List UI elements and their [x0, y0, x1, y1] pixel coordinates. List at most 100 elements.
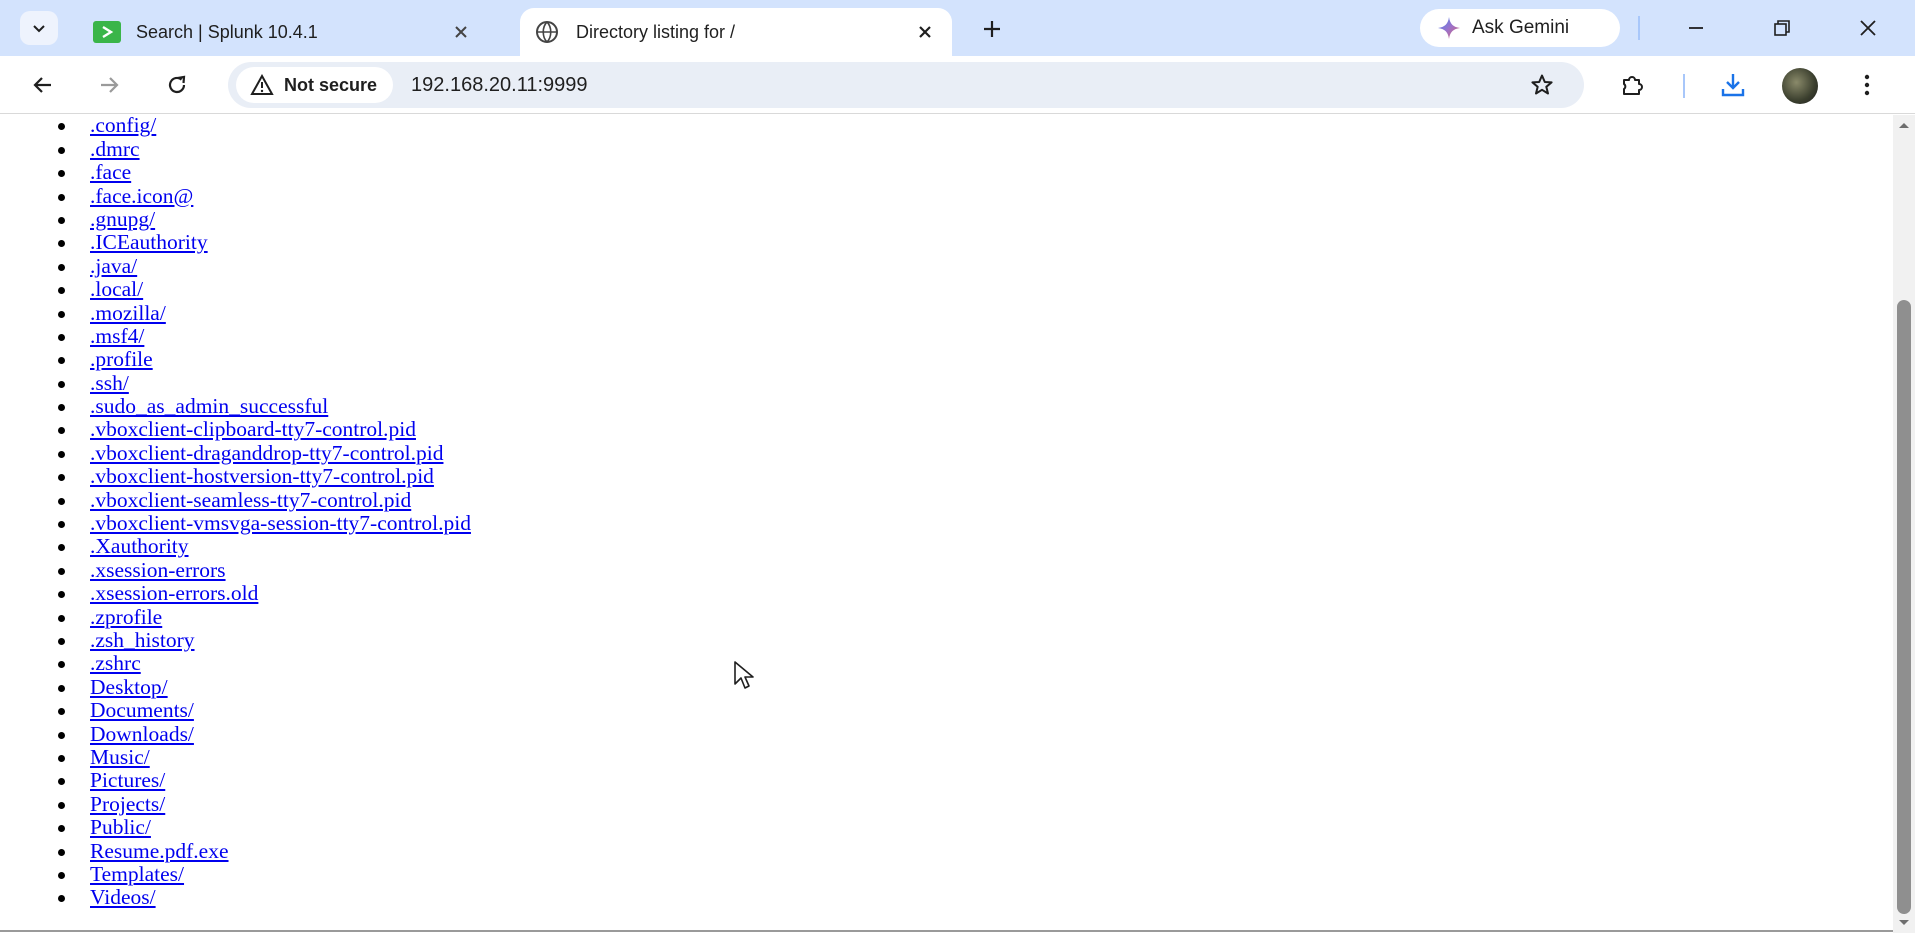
- page-content: .cache/.config/.dmrc.face.face.icon@.gnu…: [0, 115, 1893, 933]
- scrollbar[interactable]: [1893, 115, 1915, 933]
- extensions-button[interactable]: [1614, 66, 1652, 104]
- back-button[interactable]: [24, 66, 62, 104]
- scroll-down-arrow-icon[interactable]: [1897, 917, 1911, 929]
- file-link[interactable]: Documents/: [90, 698, 194, 722]
- chevron-down-icon: [33, 25, 45, 33]
- menu-button[interactable]: [1848, 66, 1886, 104]
- browser-toolbar: Not secure 192.168.20.11:9999: [0, 56, 1915, 114]
- list-item: .vboxclient-clipboard-tty7-control.pid: [0, 418, 1000, 441]
- scroll-up-arrow-icon[interactable]: [1897, 119, 1911, 131]
- minimize-icon: [1689, 27, 1703, 29]
- new-tab-button[interactable]: [975, 12, 1009, 46]
- globe-icon: [532, 18, 562, 46]
- list-item: .profile: [0, 348, 1000, 371]
- ask-gemini-label: Ask Gemini: [1472, 17, 1570, 38]
- bookmark-button[interactable]: [1526, 69, 1558, 101]
- profile-avatar[interactable]: [1782, 68, 1818, 104]
- tab-splunk-search[interactable]: Search | Splunk 10.4.1: [80, 8, 488, 56]
- minimize-button[interactable]: [1668, 8, 1724, 48]
- list-item: .local/: [0, 277, 1000, 301]
- file-link[interactable]: .local/: [90, 277, 143, 301]
- file-link[interactable]: .gnupg/: [90, 207, 155, 231]
- file-link[interactable]: .config/: [90, 115, 156, 137]
- list-item: .zprofile: [0, 605, 1000, 629]
- list-item: .face: [0, 160, 1000, 184]
- list-item: Public/: [0, 815, 1000, 839]
- file-link[interactable]: .zshrc: [90, 651, 141, 675]
- list-item: Documents/: [0, 698, 1000, 722]
- file-link[interactable]: .zprofile: [90, 605, 162, 629]
- list-item: .sudo_as_admin_successful: [0, 394, 1000, 418]
- divider: [1683, 74, 1685, 98]
- file-link[interactable]: Videos/: [90, 885, 156, 909]
- file-link[interactable]: .sudo_as_admin_successful: [90, 394, 328, 418]
- file-link[interactable]: .dmrc: [90, 137, 140, 161]
- tab-search-button[interactable]: [20, 11, 58, 45]
- list-item: Desktop/: [0, 675, 1000, 699]
- file-link[interactable]: Resume.pdf.exe: [90, 839, 229, 863]
- list-item: .xsession-errors: [0, 558, 1000, 582]
- tab-title: Search | Splunk 10.4.1: [136, 21, 318, 42]
- list-item: .gnupg/: [0, 207, 1000, 231]
- file-link[interactable]: Music/: [90, 745, 150, 769]
- file-link[interactable]: .xsession-errors: [90, 558, 226, 582]
- list-item: Downloads/: [0, 722, 1000, 746]
- file-link[interactable]: Desktop/: [90, 675, 168, 699]
- mouse-cursor-icon: [734, 661, 754, 689]
- horizontal-rule: [0, 930, 1893, 932]
- tab-directory-listing[interactable]: Directory listing for /: [520, 8, 952, 56]
- url-text[interactable]: 192.168.20.11:9999: [411, 74, 587, 97]
- file-link[interactable]: .ICEauthority: [90, 230, 208, 254]
- file-link[interactable]: .mozilla/: [90, 301, 166, 325]
- list-item: .face.icon@: [0, 184, 1000, 208]
- close-tab-icon[interactable]: [910, 17, 940, 47]
- close-tab-icon[interactable]: [446, 17, 476, 47]
- list-item: .xsession-errors.old: [0, 582, 1000, 605]
- file-link[interactable]: .profile: [90, 347, 153, 371]
- list-item: .msf4/: [0, 324, 1000, 348]
- list-item: .zshrc: [0, 652, 1000, 675]
- scrollbar-thumb[interactable]: [1897, 300, 1911, 914]
- list-item: .java/: [0, 254, 1000, 278]
- downloads-button[interactable]: [1714, 66, 1752, 104]
- security-chip[interactable]: Not secure: [236, 67, 394, 103]
- file-link[interactable]: .face.icon@: [90, 184, 193, 208]
- list-item: Videos/: [0, 886, 1000, 909]
- file-link[interactable]: .zsh_history: [90, 628, 195, 652]
- file-link[interactable]: Projects/: [90, 792, 165, 816]
- file-link[interactable]: .msf4/: [90, 324, 144, 348]
- file-link[interactable]: Public/: [90, 815, 151, 839]
- list-item: .config/: [0, 115, 1000, 138]
- reload-button[interactable]: [158, 66, 196, 104]
- arrow-left-icon: [33, 77, 51, 93]
- ask-gemini-button[interactable]: Ask Gemini: [1420, 9, 1620, 47]
- close-window-button[interactable]: [1840, 8, 1896, 48]
- file-link[interactable]: Pictures/: [90, 768, 165, 792]
- file-link[interactable]: .xsession-errors.old: [90, 581, 258, 605]
- file-link[interactable]: .java/: [90, 254, 137, 278]
- file-link[interactable]: Downloads/: [90, 722, 194, 746]
- file-link[interactable]: .vboxclient-vmsvga-session-tty7-control.…: [90, 511, 471, 535]
- directory-list: .cache/.config/.dmrc.face.face.icon@.gnu…: [0, 115, 1000, 910]
- tab-strip: Search | Splunk 10.4.1 Directory listing…: [0, 0, 1915, 56]
- restore-button[interactable]: [1754, 8, 1810, 48]
- reload-icon: [168, 75, 186, 94]
- file-link[interactable]: .vboxclient-clipboard-tty7-control.pid: [90, 417, 416, 441]
- address-bar[interactable]: Not secure 192.168.20.11:9999: [228, 62, 1584, 108]
- file-link[interactable]: .vboxclient-seamless-tty7-control.pid: [90, 488, 411, 512]
- list-item: .vboxclient-vmsvga-session-tty7-control.…: [0, 511, 1000, 535]
- site-info[interactable]: Not secure 192.168.20.11:9999: [236, 67, 632, 103]
- file-link[interactable]: Templates/: [90, 862, 184, 886]
- forward-button[interactable]: [90, 66, 128, 104]
- list-item: .Xauthority: [0, 535, 1000, 558]
- tab-title: Directory listing for /: [576, 21, 736, 42]
- list-item: .ICEauthority: [0, 231, 1000, 254]
- file-link[interactable]: .vboxclient-draganddrop-tty7-control.pid: [90, 441, 443, 465]
- security-label: Not secure: [284, 74, 378, 95]
- file-link[interactable]: .vboxclient-hostversion-tty7-control.pid: [90, 464, 434, 488]
- list-item: .vboxclient-hostversion-tty7-control.pid: [0, 465, 1000, 488]
- file-link[interactable]: .face: [90, 160, 131, 184]
- file-link[interactable]: .ssh/: [90, 371, 129, 395]
- list-item: .dmrc: [0, 137, 1000, 161]
- file-link[interactable]: .Xauthority: [90, 534, 189, 558]
